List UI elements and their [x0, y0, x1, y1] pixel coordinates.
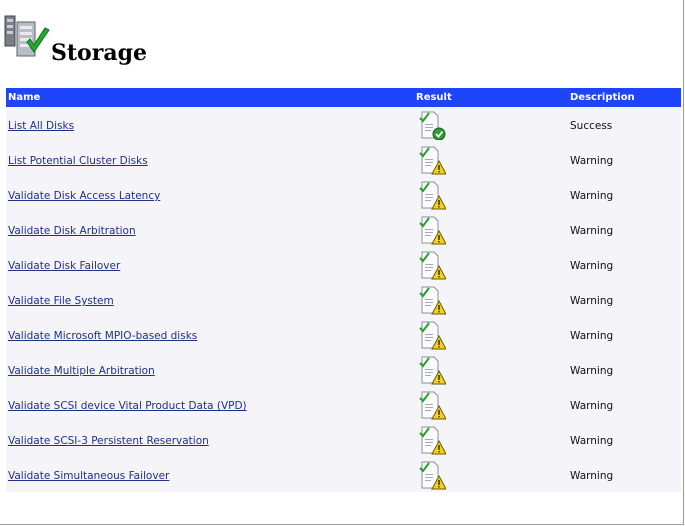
test-name-link[interactable]: Validate SCSI device Vital Product Data … [8, 400, 247, 412]
result-description: Warning [570, 155, 614, 167]
result-description: Warning [570, 365, 614, 377]
table-row: List All Disks Success [6, 107, 681, 142]
result-description: Warning [570, 295, 614, 307]
test-name-link[interactable]: Validate Disk Failover [8, 260, 120, 272]
table-row: Validate Microsoft MPIO-based disks Warni… [6, 317, 681, 352]
table-row: List Potential Cluster Disks Warning [6, 142, 681, 177]
warning-icon [416, 390, 447, 420]
table-row: Validate Multiple Arbitration Warning [6, 352, 681, 387]
success-icon [416, 110, 446, 141]
table-row: Validate SCSI-3 Persistent Reservation Wa… [6, 422, 681, 457]
warning-icon [416, 320, 447, 350]
table-header: Name Result Description [6, 88, 681, 107]
storage-validation-icon [4, 15, 50, 57]
warning-icon [416, 355, 447, 385]
results-table: Name Result Description List All Disks Su… [6, 88, 681, 492]
result-description: Warning [570, 225, 614, 237]
warning-icon [416, 145, 447, 175]
result-description: Warning [570, 470, 614, 482]
warning-icon [416, 460, 447, 490]
table-row: Validate Disk Failover Warning [6, 247, 681, 282]
test-name-link[interactable]: Validate Simultaneous Failover [8, 470, 169, 482]
table-row: Validate Simultaneous Failover Warning [6, 457, 681, 492]
table-row: Validate Disk Arbitration Warning [6, 212, 681, 247]
result-description: Warning [570, 435, 614, 447]
warning-icon [416, 285, 447, 315]
description-column-header: Description [570, 92, 635, 103]
test-name-link[interactable]: List All Disks [8, 120, 74, 132]
result-description: Warning [570, 190, 614, 202]
result-description: Warning [570, 330, 614, 342]
table-row: Validate File System Warning [6, 282, 681, 317]
test-name-link[interactable]: Validate Microsoft MPIO-based disks [8, 330, 197, 342]
test-name-link[interactable]: Validate Disk Arbitration [8, 225, 136, 237]
result-description: Success [570, 120, 613, 132]
table-row: Validate Disk Access Latency Warning [6, 177, 681, 212]
test-name-link[interactable]: Validate Disk Access Latency [8, 190, 160, 202]
warning-icon [416, 215, 447, 245]
warning-icon [416, 250, 447, 280]
test-name-link[interactable]: List Potential Cluster Disks [8, 155, 148, 167]
table-body: List All Disks Success List Potential Clus… [6, 107, 681, 492]
result-column-header: Result [416, 92, 452, 103]
table-row: Validate SCSI device Vital Product Data … [6, 387, 681, 422]
test-name-link[interactable]: Validate File System [8, 295, 114, 307]
page-title: Storage [51, 40, 147, 66]
warning-icon [416, 425, 447, 455]
test-name-link[interactable]: Validate SCSI-3 Persistent Reservation [8, 435, 209, 447]
test-name-link[interactable]: Validate Multiple Arbitration [8, 365, 155, 377]
result-description: Warning [570, 400, 614, 412]
result-description: Warning [570, 260, 614, 272]
name-column-header: Name [8, 92, 41, 103]
page-frame: Storage Name Result Description List All… [0, 0, 684, 525]
warning-icon [416, 180, 447, 210]
